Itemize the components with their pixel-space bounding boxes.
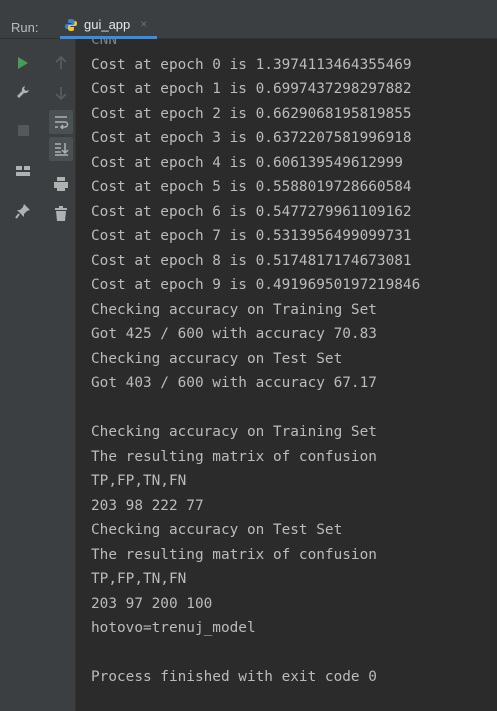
console-line: 203 98 222 77 [91, 497, 204, 514]
up-arrow-icon[interactable] [49, 51, 73, 75]
console-line: Got 425 / 600 with accuracy 70.83 [91, 326, 377, 342]
stop-icon[interactable] [11, 118, 35, 142]
console-line: Checking accuracy on Test Set [91, 350, 343, 367]
console-line: Cost at epoch 6 is 0.5477279961109162 [91, 203, 412, 220]
soft-wrap-icon[interactable] [49, 110, 73, 134]
console-line: Cost at epoch 1 is 0.6997437298297882 [91, 81, 412, 97]
console-line: Cost at epoch 9 is 0.49196950197219846 [91, 277, 421, 293]
python-icon [64, 17, 78, 31]
left-toolbar [0, 39, 46, 711]
console-actions-toolbar [46, 39, 76, 711]
console-line: TP,FP,TN,FN [91, 571, 187, 587]
console-line: Cost at epoch 2 is 0.6629068195819855 [91, 105, 412, 122]
wrench-icon[interactable] [11, 80, 35, 104]
console-line: Cost at epoch 5 is 0.5588019728660584 [91, 179, 412, 195]
console-line: CNN [91, 39, 117, 48]
console-line: Checking accuracy on Training Set [91, 424, 377, 440]
run-toolwindow-header: Run: gui_app × [0, 0, 497, 39]
console-output[interactable]: CNN Cost at epoch 0 is 1.3974113464355469… [76, 39, 497, 711]
console-line: The resulting matrix of confusion [91, 546, 377, 563]
console-line: Process finished with exit code 0 [91, 669, 377, 685]
run-icon[interactable] [11, 51, 35, 75]
console-line: Cost at epoch 7 is 0.5313956499099731 [91, 228, 412, 244]
print-icon[interactable] [49, 172, 73, 196]
console-line: Got 403 / 600 with accuracy 67.17 [91, 375, 377, 391]
console-line: Checking accuracy on Test Set [91, 522, 343, 538]
console-line: Cost at epoch 4 is 0.606139549612999 [91, 154, 403, 171]
console-line: Cost at epoch 0 is 1.3974113464355469 [91, 56, 412, 73]
console-line: 203 97 200 100 [91, 595, 213, 612]
tab-gui-app[interactable]: gui_app × [60, 12, 158, 39]
console-line: Cost at epoch 3 is 0.6372207581996918 [91, 130, 412, 146]
trash-icon[interactable] [49, 202, 73, 226]
down-arrow-icon[interactable] [49, 81, 73, 105]
console-line: hotovo=trenuj_model [91, 620, 256, 636]
pin-icon[interactable] [11, 199, 35, 223]
console-line: Checking accuracy on Training Set [91, 301, 377, 318]
console-line: The resulting matrix of confusion [91, 448, 377, 465]
tab-label: gui_app [84, 16, 131, 32]
scroll-to-end-icon[interactable] [49, 137, 73, 161]
run-label: Run: [11, 20, 39, 35]
close-icon[interactable]: × [140, 17, 147, 31]
layout-icon[interactable] [11, 159, 35, 183]
console-line: TP,FP,TN,FN [91, 473, 187, 489]
console-line: Cost at epoch 8 is 0.5174817174673081 [91, 252, 412, 269]
